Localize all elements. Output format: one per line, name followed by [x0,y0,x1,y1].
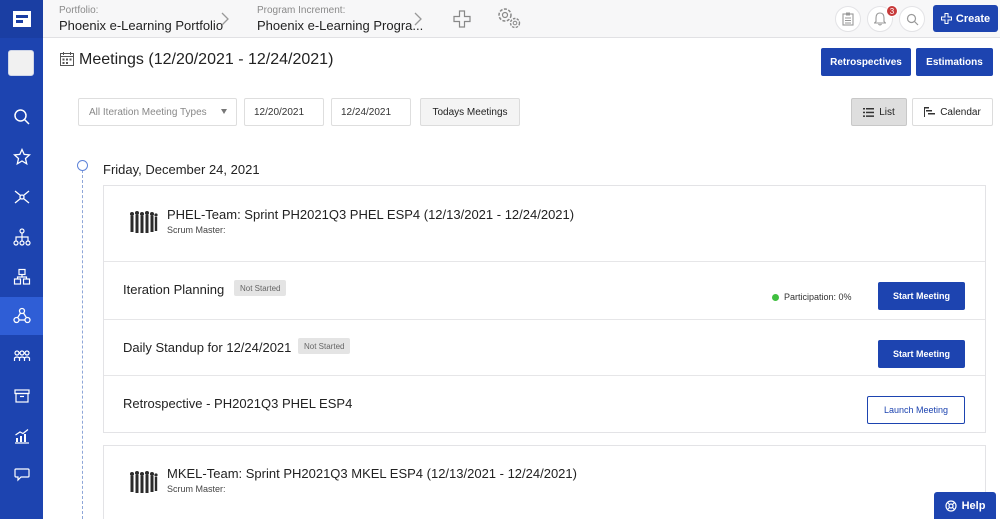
retrospectives-button[interactable]: Retrospectives [821,48,911,76]
calendar-icon [60,52,74,66]
divider [104,261,985,262]
add-icon [940,13,952,24]
gantt-icon [924,107,936,117]
team-sprint-title[interactable]: PHEL-Team: Sprint PH2021Q3 PHEL ESP4 (12… [167,207,574,222]
portfolio-value: Phoenix e-Learning Portfolio [59,18,224,33]
team-card: MKEL-Team: Sprint PH2021Q3 MKEL ESP4 (12… [103,445,986,519]
estimations-button[interactable]: Estimations [916,48,993,76]
sidebar-item-chat[interactable] [0,455,43,493]
help-label: Help [961,499,986,512]
meeting-title: Daily Standup for 12/24/2021 [123,340,292,355]
app-logo[interactable] [0,0,43,38]
sidebar-item-network[interactable] [0,178,43,216]
create-button[interactable]: Create [933,5,998,32]
list-view-button[interactable]: List [851,98,907,126]
scrum-master-label: Scrum Master: [167,484,226,494]
people-icon [13,350,30,361]
add-icon[interactable] [453,10,471,28]
participation-indicator: Participation: 0% [772,292,852,302]
scrum-master-label: Scrum Master: [167,225,226,235]
calendar-view-label: Calendar [940,106,981,118]
team-sprint-title[interactable]: MKEL-Team: Sprint PH2021Q3 MKEL ESP4 (12… [167,466,577,481]
top-bar: Portfolio: Phoenix e-Learning Portfolio … [43,0,1000,38]
sidebar-item-portfolio[interactable] [0,258,43,296]
sidebar-item-hierarchy[interactable] [0,218,43,256]
day-title: Friday, December 24, 2021 [103,162,260,177]
meeting-title: Iteration Planning [123,282,225,297]
archive-icon [13,389,30,403]
list-view-label: List [879,106,895,118]
meeting-title: Retrospective - PH2021Q3 PHEL ESP4 [123,396,353,411]
chat-icon [13,468,30,482]
status-badge: Not Started [298,338,351,354]
end-date-input[interactable]: 12/24/2021 [331,98,411,126]
timeline-line [82,170,83,519]
create-label: Create [955,12,991,25]
portfolio-label: Portfolio: [59,5,99,16]
meeting-type-select[interactable]: All Iteration Meeting Types [78,98,237,126]
chevron-right-icon [414,12,422,26]
timeline-dot [77,160,88,171]
sidebar-item-search[interactable] [0,98,43,136]
sidebar [0,0,43,519]
search-icon [13,109,30,125]
bell-icon [874,12,886,26]
chevron-right-icon [221,12,229,26]
pi-label: Program Increment: [257,5,346,16]
help-lifebuoy-icon [944,499,957,512]
sidebar-item-team[interactable] [0,297,43,335]
divider [104,375,985,376]
settings-gear-icon[interactable] [495,5,523,31]
global-search-button[interactable] [899,6,925,32]
list-icon [863,107,875,117]
program-increment-selector[interactable]: Program Increment: Phoenix e-Learning Pr… [257,5,423,33]
star-icon [12,148,31,166]
page-title: Meetings (12/20/2021 - 12/24/2021) [79,51,334,68]
team-photo [128,208,158,236]
start-meeting-button[interactable]: Start Meeting [878,340,965,368]
search-icon [906,13,918,25]
logo-icon [12,11,31,27]
sidebar-item-archive[interactable] [0,377,43,415]
clipboard-icon [842,12,854,26]
help-button[interactable]: Help [934,492,996,519]
start-date-input[interactable]: 12/20/2021 [244,98,324,126]
notification-count-badge: 3 [886,5,898,17]
hierarchy-icon [12,228,31,246]
calendar-view-button[interactable]: Calendar [912,98,993,126]
meeting-type-placeholder: All Iteration Meeting Types [89,106,207,118]
team-icon [12,307,31,324]
participation-text: Participation: 0% [784,292,852,302]
participation-status-dot [772,293,779,301]
portfolio-selector[interactable]: Portfolio: Phoenix e-Learning Portfolio [59,5,223,33]
chart-icon [14,429,29,444]
user-avatar[interactable] [8,50,34,76]
sidebar-item-people[interactable] [0,337,43,375]
sidebar-item-reports[interactable] [0,417,43,455]
launch-meeting-button[interactable]: Launch Meeting [867,396,965,424]
sidebar-item-favorites[interactable] [0,138,43,176]
pi-value: Phoenix e-Learning Progra... [257,18,424,33]
team-photo [128,468,158,496]
divider [104,319,985,320]
status-badge: Not Started [234,280,287,296]
start-meeting-button[interactable]: Start Meeting [878,282,965,310]
blocks-icon [13,268,30,285]
caret-down-icon [221,109,227,114]
clipboard-button[interactable] [835,6,861,32]
team-card: PHEL-Team: Sprint PH2021Q3 PHEL ESP4 (12… [103,185,986,433]
todays-meetings-button[interactable]: Todays Meetings [420,98,520,126]
network-icon [14,190,29,204]
